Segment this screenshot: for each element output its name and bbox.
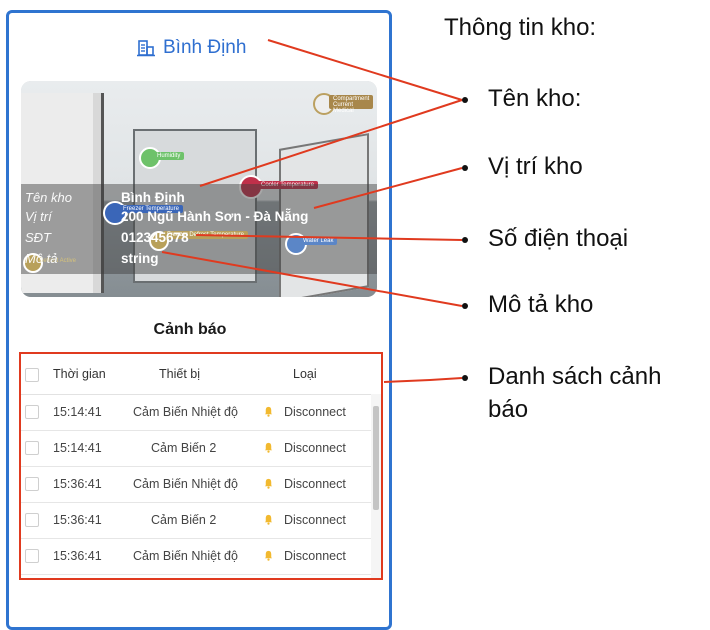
annotation-heading: Thông tin kho:	[444, 14, 597, 41]
bullet-dot	[462, 375, 468, 381]
annotation-alert-list-2: báo	[488, 396, 529, 423]
annotation-lines	[161, 39, 463, 383]
annotation-alert-list: Danh sách cảnh	[488, 363, 662, 390]
annotation-description: Mô tả kho	[488, 291, 594, 318]
annotation-location: Vị trí kho	[488, 153, 583, 180]
bullet-dot	[462, 165, 468, 171]
bullet-dot	[462, 237, 468, 243]
bullet-dot	[462, 303, 468, 309]
annotation-phone: Số điện thoại	[488, 225, 629, 252]
annotation-name: Tên kho:	[488, 85, 582, 112]
bullet-dot	[462, 97, 468, 103]
